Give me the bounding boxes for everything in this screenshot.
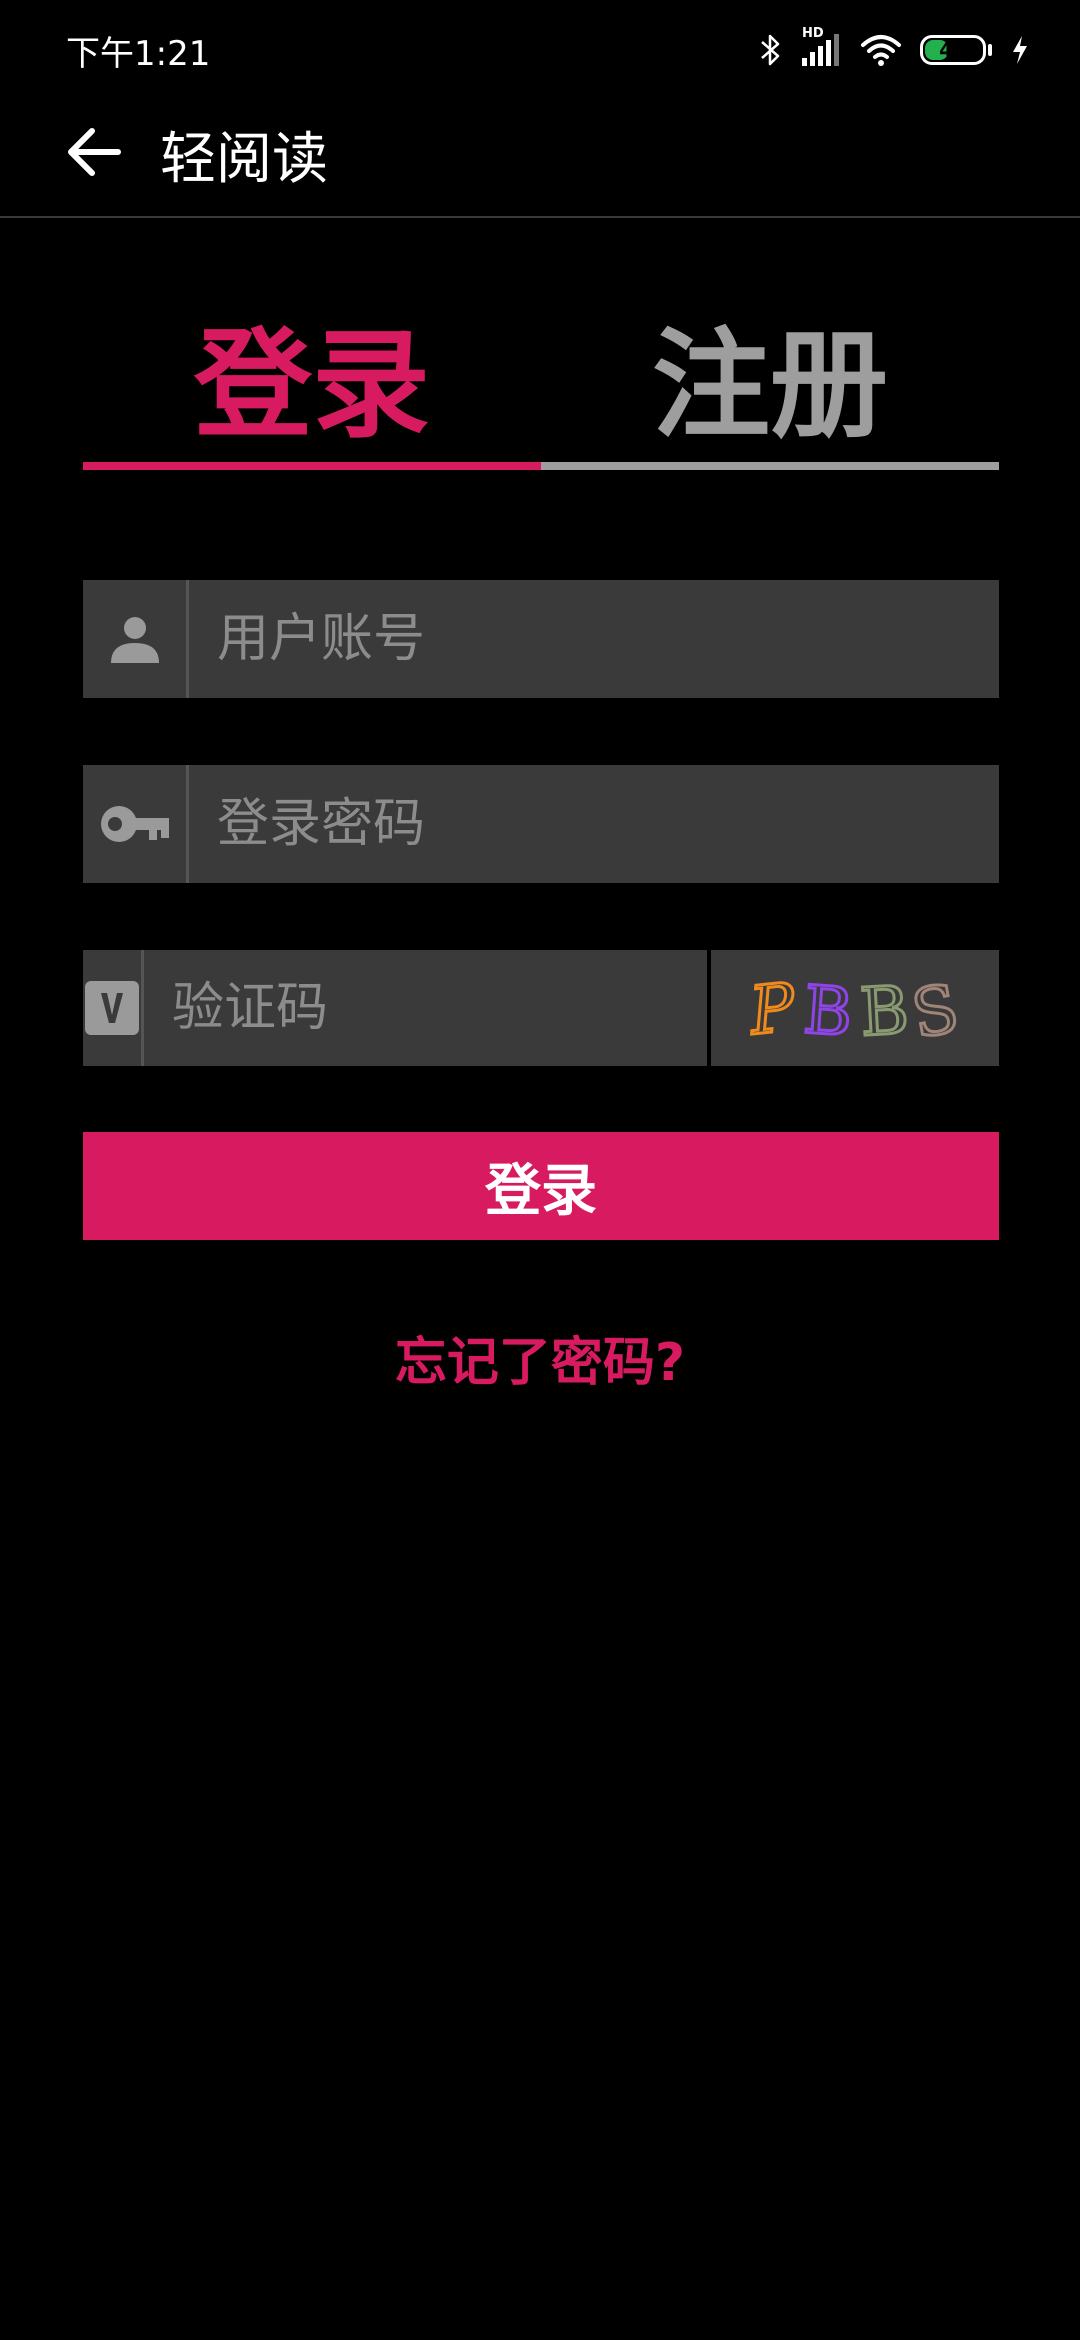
svg-text:B: B	[858, 972, 910, 1048]
key-icon	[83, 765, 189, 883]
battery-icon: 41	[920, 35, 992, 65]
verify-v-icon	[83, 950, 144, 1066]
captcha-field: P B B S	[83, 950, 999, 1066]
bluetooth-icon	[760, 32, 782, 68]
app-title: 轻阅读	[160, 127, 328, 192]
arrow-back-icon	[68, 128, 121, 176]
password-input[interactable]	[189, 765, 999, 883]
tab-login-underline	[83, 462, 541, 470]
status-icons: HD 41	[760, 26, 1030, 72]
wifi-icon	[860, 33, 902, 67]
battery-level: 41	[939, 38, 967, 62]
app-bar: 轻阅读	[0, 100, 1080, 218]
svg-text:S: S	[906, 970, 964, 1048]
back-button[interactable]	[62, 120, 126, 184]
auth-tabs: 登录 注册	[83, 310, 999, 470]
svg-text:P: P	[745, 968, 800, 1048]
forgot-password-link[interactable]: 忘记了密码?	[0, 1320, 1080, 1395]
account-input[interactable]	[189, 580, 999, 698]
tab-login[interactable]: 登录	[83, 310, 541, 470]
login-button[interactable]: 登录	[83, 1132, 999, 1240]
captcha-input-box	[83, 950, 821, 1066]
svg-text:B: B	[801, 971, 855, 1048]
person-icon	[83, 580, 189, 698]
status-bar: 下午1:21 HD 41	[0, 0, 1080, 100]
tab-register-underline	[541, 462, 999, 470]
captcha-picture: P B B S	[744, 968, 966, 1048]
password-field	[83, 765, 999, 883]
signal-icon: HD	[800, 26, 842, 68]
status-time: 下午1:21	[66, 34, 211, 74]
battery: 41	[920, 35, 986, 65]
network-type-label: HD	[802, 26, 824, 41]
captcha-image[interactable]: P B B S	[711, 950, 999, 1066]
charging-icon	[1010, 34, 1030, 66]
account-field	[83, 580, 999, 698]
tab-register[interactable]: 注册	[541, 310, 999, 470]
